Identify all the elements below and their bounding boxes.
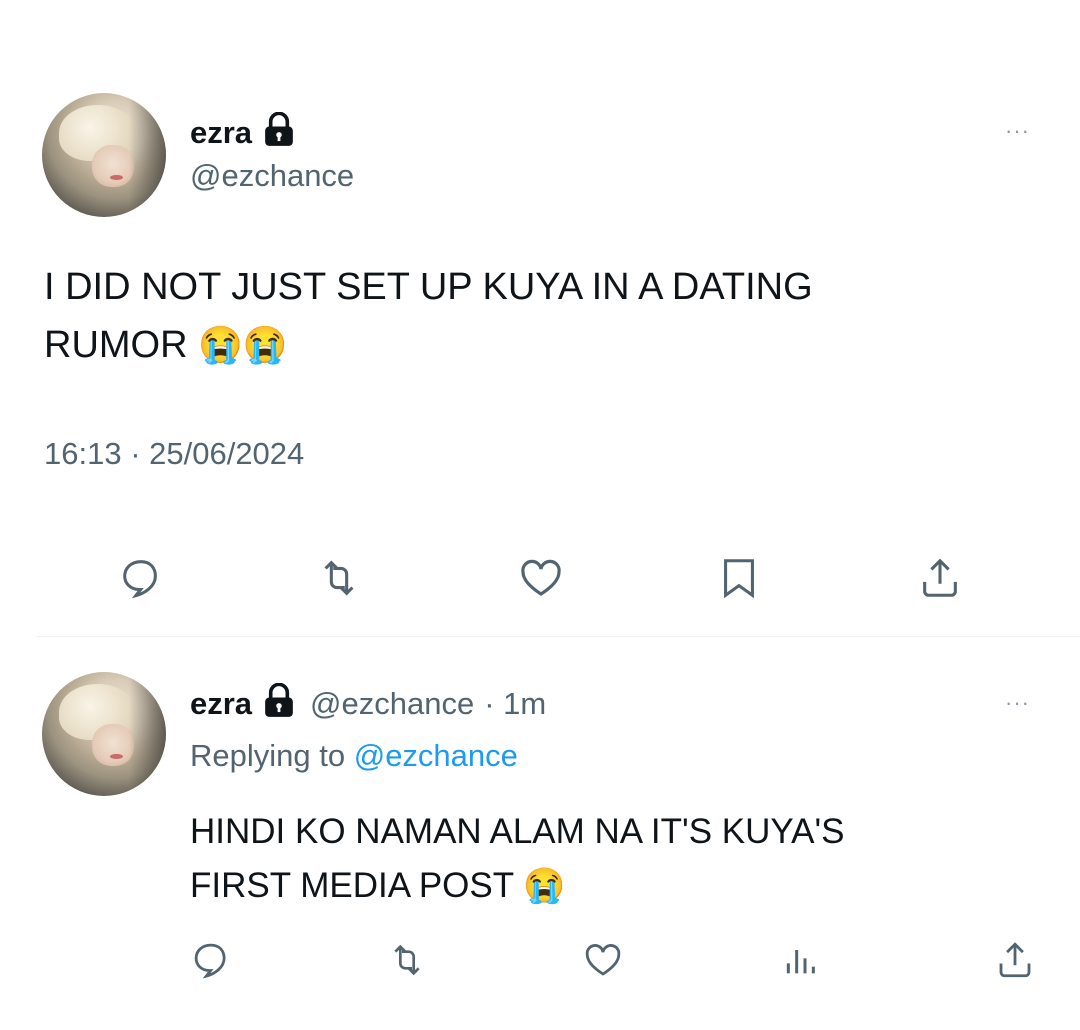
- handle[interactable]: @ezchance: [190, 158, 354, 194]
- handle[interactable]: @ezchance: [310, 686, 474, 722]
- tweet-text-line: RUMOR 😭😭: [44, 316, 1044, 374]
- share-icon[interactable]: [990, 935, 1040, 985]
- reply-text-segment: FIRST MEDIA POST: [190, 866, 514, 905]
- more-options-icon[interactable]: ···: [1005, 118, 1030, 144]
- lock-icon: [262, 111, 296, 153]
- reply-icon[interactable]: [186, 935, 236, 985]
- like-icon[interactable]: [578, 935, 628, 985]
- replying-to: Replying to @ezchance: [190, 738, 518, 774]
- crying-emoji: 😭: [523, 867, 566, 905]
- display-name[interactable]: ezra: [190, 686, 252, 722]
- avatar[interactable]: [42, 672, 166, 796]
- bookmark-icon[interactable]: [711, 550, 767, 606]
- lock-icon: [262, 682, 296, 724]
- replying-to-label: Replying to: [190, 738, 346, 773]
- crying-emoji: 😭😭: [198, 324, 288, 365]
- retweet-icon[interactable]: [311, 550, 367, 606]
- share-icon[interactable]: [912, 550, 968, 606]
- timestamp[interactable]: 16:13 · 25/06/2024: [44, 436, 304, 472]
- reply-time[interactable]: · 1m: [484, 686, 546, 722]
- divider: [36, 636, 1080, 637]
- tweet-text: I DID NOT JUST SET UP KUYA IN A DATING R…: [44, 258, 1044, 374]
- views-icon[interactable]: [775, 935, 825, 985]
- tweet-text-segment: RUMOR: [44, 324, 188, 366]
- display-name[interactable]: ezra: [190, 115, 252, 151]
- retweet-icon[interactable]: [382, 935, 432, 985]
- tweet-text-line: I DID NOT JUST SET UP KUYA IN A DATING: [44, 266, 813, 308]
- reply-author-row: ezra @ezchance · 1m: [190, 682, 546, 724]
- reply-text-line: FIRST MEDIA POST 😭: [190, 859, 1050, 913]
- avatar[interactable]: [42, 93, 166, 217]
- replying-to-handle[interactable]: @ezchance: [354, 738, 518, 773]
- like-icon[interactable]: [513, 550, 569, 606]
- reply-icon[interactable]: [113, 550, 169, 606]
- reply-text: HINDI KO NAMAN ALAM NA IT'S KUYA'S FIRST…: [190, 805, 1050, 913]
- tweet-author-row: ezra: [190, 111, 296, 153]
- more-options-icon[interactable]: ···: [1005, 690, 1030, 716]
- reply-text-line: HINDI KO NAMAN ALAM NA IT'S KUYA'S: [190, 812, 845, 851]
